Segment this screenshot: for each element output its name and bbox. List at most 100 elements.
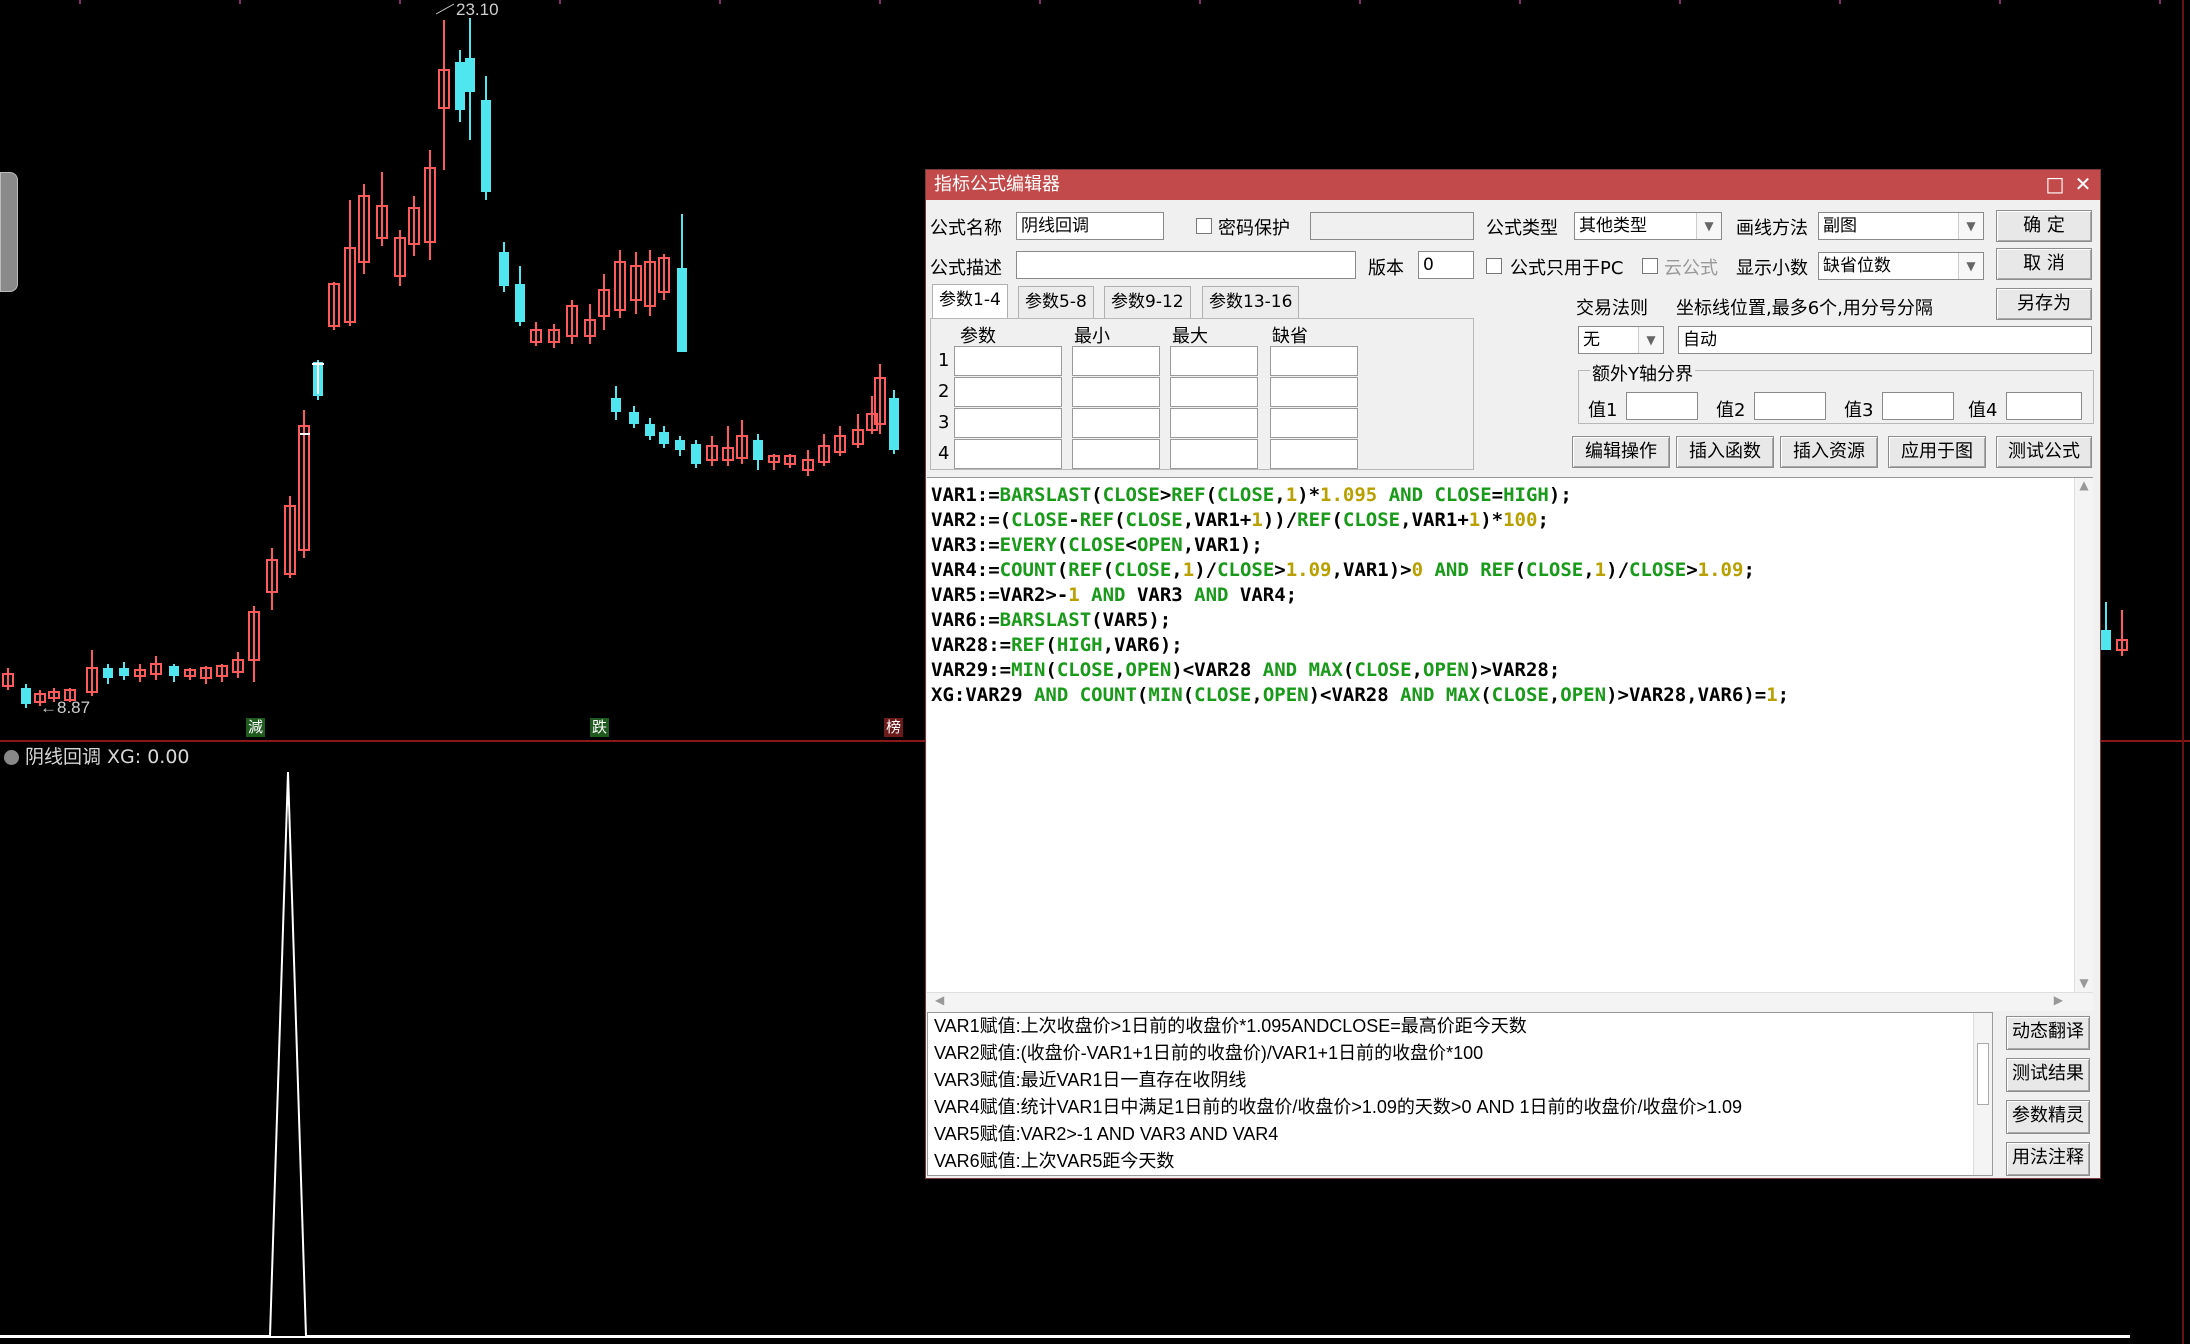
formula-type-select[interactable]: 其他类型 ▼	[1574, 212, 1722, 240]
close-icon[interactable]: ✕	[2072, 173, 2094, 195]
scroll-left-icon: ◀	[935, 993, 945, 1007]
param-cell[interactable]	[1270, 408, 1358, 438]
chevron-down-icon: ▼	[1638, 327, 1663, 353]
version-input[interactable]: 0	[1418, 251, 1474, 279]
ok-button[interactable]: 确 定	[1996, 210, 2092, 242]
insert-res-button[interactable]: 插入资源	[1780, 436, 1878, 468]
candle-body-down	[629, 412, 639, 424]
maximize-icon[interactable]: □	[2044, 173, 2066, 195]
insert-func-button[interactable]: 插入函数	[1676, 436, 1774, 468]
cloud-checkbox[interactable]	[1642, 258, 1658, 274]
param-cell[interactable]	[954, 377, 1062, 407]
pc-only-checkbox[interactable]	[1486, 258, 1502, 274]
formula-desc-input[interactable]	[1016, 251, 1356, 279]
candle-body-down	[659, 432, 669, 444]
code-editor[interactable]: VAR1:=BARSLAST(CLOSE>REF(CLOSE,1)*1.095 …	[927, 477, 2093, 1011]
formula-type-label: 公式类型	[1486, 218, 1558, 239]
param-cell[interactable]	[1170, 377, 1258, 407]
trade-rule-label: 交易法则	[1576, 298, 1648, 319]
save-as-button[interactable]: 另存为	[1996, 288, 2092, 320]
apply-to-chart-button[interactable]: 应用于图	[1888, 436, 1986, 468]
trade-rule-select[interactable]: 无 ▼	[1578, 326, 1664, 354]
chart-marker-1: 減	[246, 718, 266, 737]
y-value-3-input[interactable]	[1882, 392, 1954, 420]
code-line[interactable]: VAR5:=VAR2>-1 AND VAR3 AND VAR4;	[931, 583, 1789, 608]
candle-body-down	[119, 668, 129, 676]
dynamic-translate-button[interactable]: 动态翻译	[2006, 1016, 2090, 1050]
candle-body-down	[499, 252, 509, 286]
param-row-index: 3	[938, 412, 950, 433]
param-cell[interactable]	[1170, 408, 1258, 438]
password-checkbox[interactable]	[1196, 218, 1212, 234]
code-line[interactable]: VAR3:=EVERY(CLOSE<OPEN,VAR1);	[931, 533, 1789, 558]
param-cell[interactable]	[1072, 377, 1160, 407]
code-line[interactable]: VAR1:=BARSLAST(CLOSE>REF(CLOSE,1)*1.095 …	[931, 483, 1789, 508]
code-line[interactable]: VAR28:=REF(HIGH,VAR6);	[931, 633, 1789, 658]
edit-op-button[interactable]: 编辑操作	[1572, 436, 1670, 468]
formula-name-input[interactable]: 阴线回调	[1016, 212, 1164, 240]
param-header-min: 最小	[1074, 326, 1110, 347]
tab-params-5-8[interactable]: 参数5-8	[1018, 286, 1094, 318]
param-cell[interactable]	[1072, 408, 1160, 438]
param-cell[interactable]	[954, 439, 1062, 469]
translation-panel: VAR1赋值:上次收盘价>1日前的收盘价*1.095ANDCLOSE=最高价距今…	[927, 1012, 1993, 1176]
tab-params-9-12[interactable]: 参数9-12	[1104, 286, 1191, 318]
editor-vscrollbar[interactable]: ▲ ▼	[2074, 478, 2093, 992]
param-cell[interactable]	[954, 346, 1062, 376]
candle-body-down	[103, 668, 113, 678]
candle-body-down	[691, 444, 701, 464]
param-cell[interactable]	[1170, 439, 1258, 469]
dialog-title: 指标公式编辑器	[934, 174, 1060, 195]
candle-body-down	[21, 688, 31, 704]
formula-editor-dialog: 指标公式编辑器 □ ✕ 公式名称 阴线回调 密码保护 公式类型 其他类型 ▼ 画线…	[925, 169, 2101, 1179]
translation-line: VAR6赋值:上次VAR5距今天数	[934, 1151, 1175, 1171]
y-value-1-input[interactable]	[1626, 392, 1698, 420]
coord-label: 坐标线位置,最多6个,用分号分隔	[1676, 298, 1933, 319]
code-line[interactable]: XG:VAR29 AND COUNT(MIN(CLOSE,OPEN)<VAR28…	[931, 683, 1789, 708]
subchart-title[interactable]: 阴线回调 XG: 0.00	[4, 742, 190, 769]
param-cell[interactable]	[1270, 346, 1358, 376]
yaxis-group-label: 额外Y轴分界	[1590, 360, 1695, 386]
translation-scrollbar[interactable]	[1973, 1013, 1992, 1175]
cancel-button[interactable]: 取 消	[1996, 248, 2092, 280]
param-cell[interactable]	[1270, 439, 1358, 469]
decimals-select[interactable]: 缺省位数 ▼	[1818, 252, 1984, 280]
dialog-titlebar[interactable]: 指标公式编辑器 □ ✕	[926, 170, 2100, 200]
code-line[interactable]: VAR4:=COUNT(REF(CLOSE,1)/CLOSE>1.09,VAR1…	[931, 558, 1789, 583]
param-cell[interactable]	[1072, 346, 1160, 376]
scroll-up-icon: ▲	[2079, 478, 2089, 492]
coord-input[interactable]: 自动	[1678, 326, 2092, 354]
param-wizard-button[interactable]: 参数精灵	[2006, 1100, 2090, 1134]
code-line[interactable]: VAR29:=MIN(CLOSE,OPEN)<VAR28 AND MAX(CLO…	[931, 658, 1789, 683]
param-cell[interactable]	[1072, 439, 1160, 469]
collapse-icon[interactable]	[4, 750, 19, 765]
param-cell[interactable]	[1270, 377, 1358, 407]
usage-note-button[interactable]: 用法注释	[2006, 1142, 2090, 1176]
left-scroll-handle[interactable]	[0, 172, 18, 292]
param-cell[interactable]	[1170, 346, 1258, 376]
candle-body-down	[645, 424, 655, 436]
candle-body-down	[677, 268, 687, 352]
test-result-button[interactable]: 测试结果	[2006, 1058, 2090, 1092]
y-value-4-input[interactable]	[2006, 392, 2082, 420]
draw-method-select[interactable]: 副图 ▼	[1818, 212, 1984, 240]
formula-code[interactable]: VAR1:=BARSLAST(CLOSE>REF(CLOSE,1)*1.095 …	[931, 483, 1789, 708]
tab-params-13-16[interactable]: 参数13-16	[1202, 286, 1300, 318]
scroll-down-icon: ▼	[2079, 976, 2089, 990]
password-input[interactable]	[1310, 212, 1474, 240]
test-formula-button[interactable]: 测试公式	[1996, 436, 2092, 468]
translation-line: VAR3赋值:最近VAR1日一直存在收阴线	[934, 1070, 1247, 1090]
scroll-right-icon: ▶	[2053, 993, 2063, 1007]
translation-line: VAR2赋值:(收盘价-VAR1+1日前的收盘价)/VAR1+1日前的收盘价*1…	[934, 1043, 1484, 1063]
chart-marker-3: 榜	[884, 718, 904, 737]
chart-marker-2: 跌	[590, 718, 610, 737]
param-cell[interactable]	[954, 408, 1062, 438]
candle-body-down	[753, 440, 763, 460]
code-line[interactable]: VAR2:=(CLOSE-REF(CLOSE,VAR1+1))/REF(CLOS…	[931, 508, 1789, 533]
editor-hscrollbar[interactable]: ◀ ▶	[927, 992, 2093, 1011]
high-price-label: 23.10	[456, 0, 499, 19]
chevron-down-icon: ▼	[1958, 213, 1983, 239]
code-line[interactable]: VAR6:=BARSLAST(VAR5);	[931, 608, 1789, 633]
y-value-2-input[interactable]	[1754, 392, 1826, 420]
tab-params-1-4[interactable]: 参数1-4	[932, 284, 1008, 318]
